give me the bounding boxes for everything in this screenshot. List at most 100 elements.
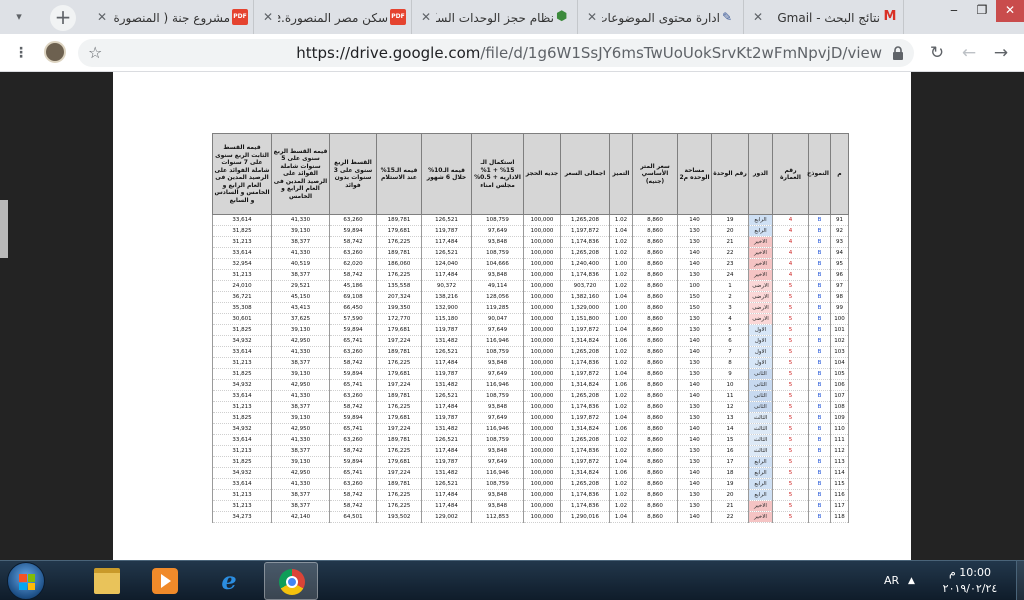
- table-cell: 140: [677, 335, 712, 347]
- table-cell: 116: [830, 489, 849, 501]
- table-cell: 100,000: [523, 412, 561, 424]
- lock-icon[interactable]: [892, 46, 904, 60]
- tab-content-management[interactable]: ✕ ادارة محتوى الموضوعات ✎: [578, 0, 744, 34]
- table-cell: 58,742: [329, 401, 377, 413]
- clock-time[interactable]: 10:00 م: [930, 566, 1010, 580]
- table-body: 91 B 4 الرابع 19 140 8,860 1.02 1,265,208 100,000…: [212, 214, 849, 523]
- menu-icon[interactable]: ⋮: [14, 43, 28, 63]
- table-cell: 1.02: [609, 236, 633, 248]
- close-icon[interactable]: ✕: [260, 9, 276, 25]
- tab-gmail[interactable]: ✕ نتائج البحث - Gmail M: [744, 0, 904, 34]
- table-cell: 69,108: [329, 291, 377, 303]
- table-cell: B: [808, 291, 831, 303]
- tab-project-pdf[interactable]: ✕ مشروع جنة ( المنصورة PDF: [86, 0, 254, 34]
- table-cell: 116,946: [471, 467, 524, 479]
- table-cell: 8,860: [632, 335, 678, 347]
- table-cell: 5: [711, 324, 749, 336]
- table-row: 108 B 5 الثانى 12 130 8,860 1.02 1,174,836 100,00…: [212, 401, 849, 413]
- column-header: مساحة الوحده م2: [677, 133, 712, 215]
- table-cell: 5: [772, 434, 809, 446]
- column-header: التميز: [609, 133, 633, 215]
- table-cell: 197,224: [376, 379, 422, 391]
- table-cell: 140: [677, 346, 712, 358]
- back-arrow-icon[interactable]: →: [990, 42, 1012, 64]
- table-cell: 95: [830, 258, 849, 270]
- table-cell: 99: [830, 302, 849, 314]
- language-indicator[interactable]: AR: [884, 574, 899, 588]
- start-button[interactable]: [7, 562, 45, 600]
- table-cell: 1,314,824: [560, 335, 610, 347]
- url-text[interactable]: https://drive.google.com/file/d/1g6W1SsJ…: [296, 45, 882, 61]
- table-cell: 97: [830, 280, 849, 292]
- table-cell: الاول: [748, 357, 773, 369]
- close-icon[interactable]: ✕: [418, 9, 434, 25]
- avatar[interactable]: [44, 41, 66, 63]
- tab-booking-system[interactable]: ✕ نظام حجز الوحدات السكن ⬢: [412, 0, 578, 34]
- table-cell: 1.02: [609, 401, 633, 413]
- table-cell: 1: [711, 280, 749, 292]
- show-desktop-button[interactable]: [1016, 561, 1024, 600]
- table-cell: 7: [711, 346, 749, 358]
- taskbar-chrome[interactable]: [264, 562, 318, 600]
- pdf-page[interactable]: م النموذج رقم العمارة الدور رقم الوحدة مساحة …: [113, 72, 911, 560]
- table-cell: 140: [677, 247, 712, 259]
- bookmark-star-icon[interactable]: ☆: [88, 43, 102, 63]
- table-cell: 4: [772, 236, 809, 248]
- table-cell: 1,314,824: [560, 379, 610, 391]
- table-cell: B: [808, 489, 831, 501]
- taskbar-internet-explorer[interactable]: e: [202, 562, 256, 600]
- tab-search-icon[interactable]: ▾: [10, 8, 28, 26]
- tray-expand-icon[interactable]: ▲: [908, 574, 915, 588]
- table-cell: 14: [711, 423, 749, 435]
- taskbar-media-player[interactable]: [138, 562, 192, 600]
- table-cell: الارضى: [748, 280, 773, 292]
- table-cell: 100,000: [523, 401, 561, 413]
- url-host: https://drive.google.com: [296, 44, 481, 62]
- column-header: جديه الحجز: [523, 133, 561, 215]
- table-cell: 119,787: [421, 225, 472, 237]
- table-cell: 38,377: [271, 489, 330, 501]
- table-cell: 23: [711, 258, 749, 270]
- side-panel-handle[interactable]: [0, 200, 8, 258]
- table-cell: الثانى: [748, 379, 773, 391]
- table-cell: 108,759: [471, 478, 524, 490]
- table-cell: 135,558: [376, 280, 422, 292]
- close-icon[interactable]: ✕: [94, 9, 110, 25]
- table-cell: 130: [677, 401, 712, 413]
- table-cell: 92: [830, 225, 849, 237]
- table-cell: 8,860: [632, 324, 678, 336]
- table-cell: 128,056: [471, 291, 524, 303]
- table-cell: 8,860: [632, 258, 678, 270]
- table-cell: 207,324: [376, 291, 422, 303]
- address-bar[interactable]: ☆ https://drive.google.com/file/d/1g6W1S…: [78, 39, 914, 67]
- table-cell: 179,681: [376, 324, 422, 336]
- table-row: 115 B 5 الرابع 19 140 8,860 1.02 1,265,208 100,00…: [212, 478, 849, 490]
- table-cell: 34,932: [212, 467, 272, 479]
- column-header: قيمه القسط الربع سنوى على 5 سنوات شاملة …: [271, 133, 330, 215]
- table-cell: 1.02: [609, 445, 633, 457]
- table-row: 102 B 5 الاول 6 140 8,860 1.06 1,314,824 100,000 1…: [212, 335, 849, 347]
- table-cell: 4: [772, 214, 809, 226]
- table-row: 92 B 4 الرابع 20 130 8,860 1.04 1,197,872 100,000…: [212, 225, 849, 237]
- forward-arrow-icon[interactable]: ←: [958, 42, 980, 64]
- table-cell: 33,614: [212, 434, 272, 446]
- taskbar-file-explorer[interactable]: [80, 562, 134, 600]
- table-cell: 100,000: [523, 247, 561, 259]
- reload-icon[interactable]: ↻: [926, 42, 948, 64]
- tab-mansoura-pdf[interactable]: ✕ سكن مصر المنصورة.ve PDF: [254, 0, 412, 34]
- close-icon[interactable]: ✕: [584, 9, 600, 25]
- table-cell: 115,180: [421, 313, 472, 325]
- table-cell: 126,521: [421, 390, 472, 402]
- close-window-button[interactable]: ✕: [996, 0, 1024, 22]
- table-cell: الاول: [748, 346, 773, 358]
- new-tab-button[interactable]: +: [50, 5, 76, 31]
- table-cell: 49,114: [471, 280, 524, 292]
- clock-date[interactable]: ٢٠١٩/٠٢/٢٤: [930, 582, 1010, 596]
- table-cell: 31,213: [212, 269, 272, 281]
- close-icon[interactable]: ✕: [750, 9, 766, 25]
- maximize-button[interactable]: ❐: [968, 0, 996, 22]
- minimize-button[interactable]: ‒: [940, 0, 968, 22]
- table-row: 91 B 4 الرابع 19 140 8,860 1.02 1,265,208 100,000…: [212, 214, 849, 226]
- table-cell: 39,130: [271, 368, 330, 380]
- table-cell: 63,260: [329, 434, 377, 446]
